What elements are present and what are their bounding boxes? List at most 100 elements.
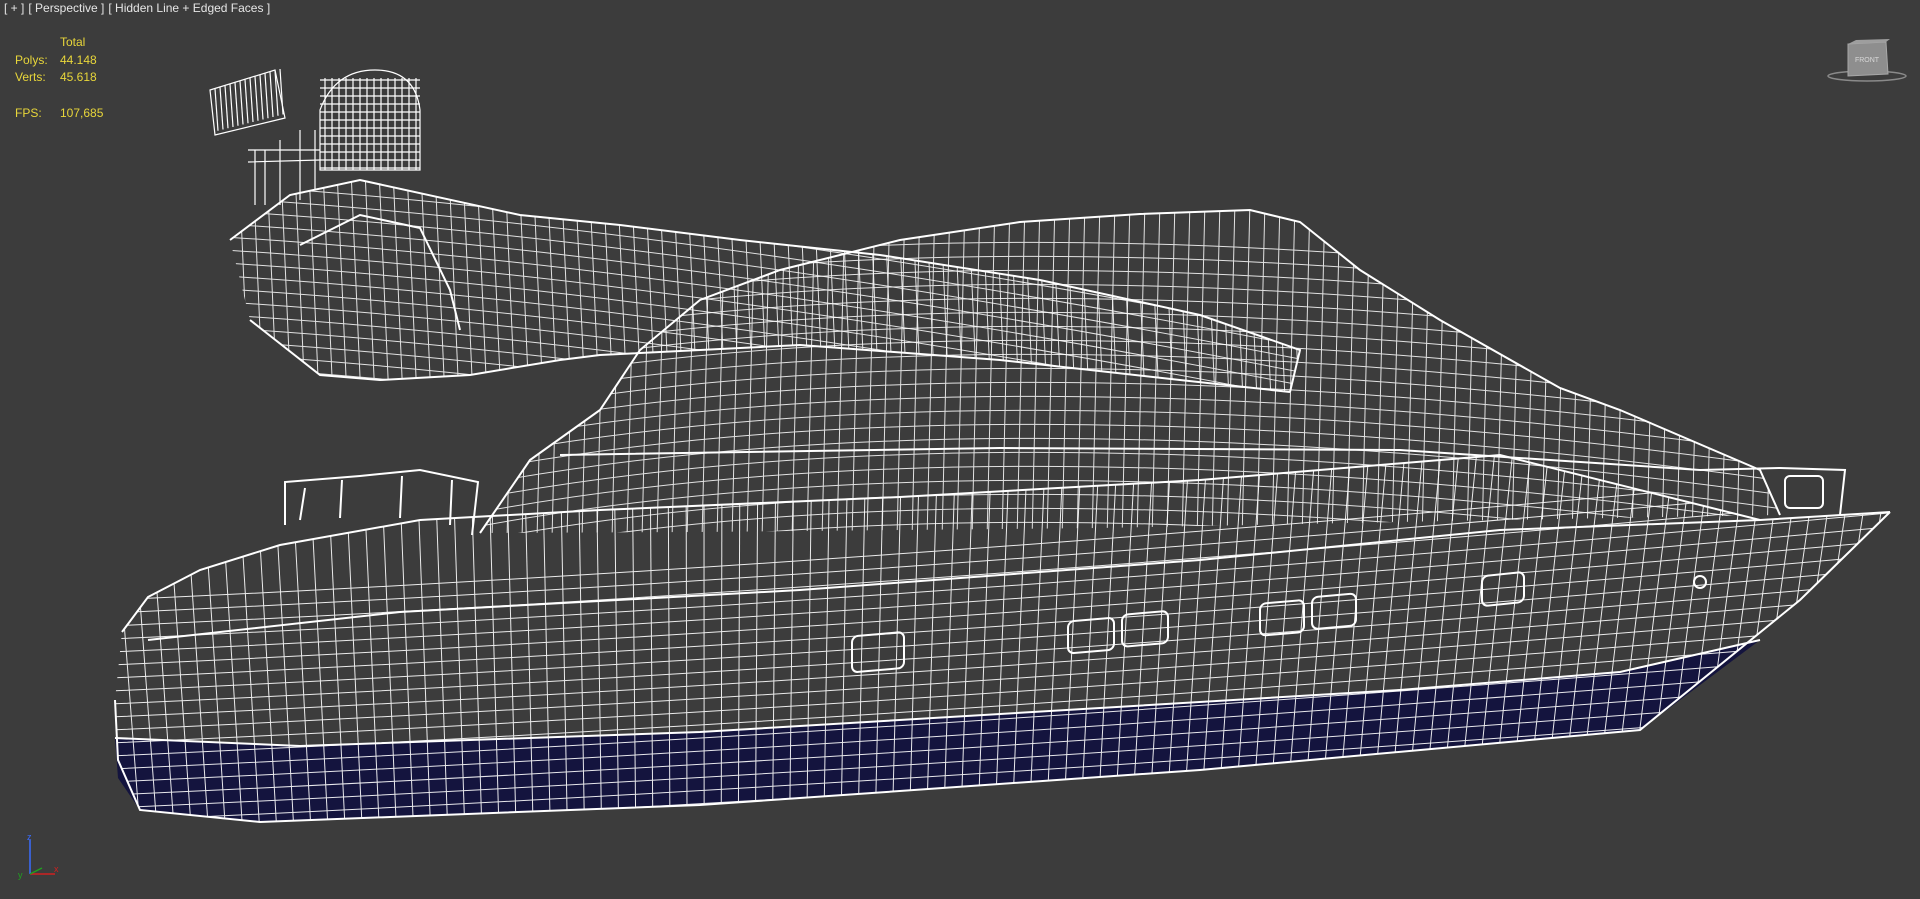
superstructure-wire-line (596, 210, 606, 533)
superstructure-wire-line (1646, 210, 1656, 533)
stats-fps-row: FPS: 107,685 (15, 105, 103, 123)
flybridge-wire-line (602, 180, 614, 392)
superstructure-wire-line (1496, 210, 1506, 533)
superstructure-wire-line (470, 550, 1790, 608)
viewport-view-button[interactable]: [ Perspective ] (28, 1, 104, 15)
superstructure-wire-line (1166, 210, 1176, 533)
hull-wire-line (1814, 455, 1875, 822)
flybridge-wire-line (280, 180, 292, 392)
hull-wire-line (1609, 455, 1659, 822)
hull-wire-line (1336, 455, 1371, 822)
stats-polys-row: Polys: 44.148 (15, 52, 103, 70)
hull-wire-line (1780, 455, 1839, 822)
superstructure-wire-line (566, 210, 576, 533)
hull-wire-line (1746, 455, 1803, 822)
superstructure-wire-line (1196, 210, 1206, 533)
flybridge-wire-line (1232, 180, 1244, 392)
axis-z-label: z (27, 832, 32, 842)
flybridge-wire-line (490, 180, 502, 392)
superstructure-wire-line (1226, 210, 1236, 533)
flybridge-wire-line (630, 180, 642, 392)
flybridge-wire-line (1288, 180, 1300, 392)
flybridge-wire-line (266, 180, 278, 392)
superstructure-wire-line (1586, 210, 1596, 533)
hull-wire-line (1507, 455, 1551, 822)
superstructure-wire-line (701, 210, 711, 533)
axis-x-label: x (54, 864, 59, 874)
axis-gizmo-icon: z y x (18, 832, 59, 880)
flybridge-wire-line (230, 314, 1300, 392)
flybridge-wire-line (1176, 180, 1188, 392)
superstructure-wire-line (986, 210, 996, 533)
superstructure-wire-line (791, 210, 801, 533)
stats-header: Total (60, 35, 86, 49)
viewcube-icon[interactable]: FRONT (1826, 38, 1908, 84)
superstructure-wire-line (1721, 210, 1731, 533)
superstructure-wire-line (746, 210, 756, 533)
superstructure-wire-line (1706, 210, 1716, 533)
flybridge-wire-line (756, 180, 768, 392)
flybridge-wire-line (322, 180, 334, 392)
flybridge-wire-line (294, 180, 306, 392)
superstructure-wire-line (1346, 210, 1356, 533)
superstructure-wire-line (1691, 210, 1701, 533)
yacht-wireframe-model[interactable] (0, 0, 1920, 899)
flybridge-wire-line (798, 180, 810, 392)
superstructure-wire-line (611, 210, 621, 533)
flybridge-wire-line (560, 180, 572, 392)
superstructure-wire-line (551, 210, 561, 533)
flybridge-wire-line (1022, 180, 1034, 392)
superstructure-wire-line (671, 210, 681, 533)
hull-wire-line (1370, 455, 1407, 822)
flybridge-wire-line (392, 180, 404, 392)
hull-wire-line (1541, 455, 1587, 822)
flybridge-wire-line (672, 180, 684, 392)
viewport-shading-button[interactable]: [ Hidden Line + Edged Faces ] (108, 1, 270, 15)
superstructure-wire-line (1676, 210, 1686, 533)
3d-viewport[interactable]: [ + ] [ Perspective ] [ Hidden Line + Ed… (0, 0, 1920, 899)
flybridge-wire-line (616, 180, 628, 392)
stats-verts-row: Verts: 45.618 (15, 69, 103, 87)
flybridge-wire-line (230, 327, 1300, 392)
flybridge-wire-line (812, 180, 824, 392)
viewport-menu-button[interactable]: [ + ] (4, 1, 24, 15)
superstructure-wire-line (1256, 210, 1266, 533)
flybridge-wire-line (1204, 180, 1216, 392)
superstructure-wire-line (1121, 210, 1131, 533)
superstructure-wire-line (1571, 210, 1581, 533)
stats-verts-value: 45.618 (60, 70, 97, 84)
superstructure-wire-line (1001, 210, 1011, 533)
flybridge-wire-line (1162, 180, 1174, 392)
flybridge-wire-line (882, 180, 894, 392)
hull-wire-line (1353, 455, 1389, 822)
hull-wire-line (1319, 455, 1353, 822)
hull-wire-line (1455, 455, 1497, 822)
superstructure-wire-line (656, 210, 666, 533)
axis-y-label: y (18, 870, 23, 880)
superstructure-wire-line (956, 210, 966, 533)
hull-wire-line (1472, 455, 1515, 822)
flybridge-wire-line (406, 180, 418, 392)
superstructure-wire-line (1661, 210, 1671, 533)
stats-polys-value: 44.148 (60, 52, 97, 67)
superstructure-wire-line (971, 210, 981, 533)
superstructure-wire-line (1601, 210, 1611, 533)
flybridge-wire-line (896, 180, 908, 392)
superstructure-wire-line (761, 210, 771, 533)
superstructure-wire-line (1241, 210, 1251, 533)
flybridge-wire-line (546, 180, 558, 392)
superstructure-wire-line (896, 210, 906, 533)
flybridge-wire-line (238, 180, 250, 392)
hull-wire-line (115, 525, 1890, 653)
superstructure-wire-line (941, 210, 951, 533)
hull-wire-line (1284, 455, 1317, 822)
flybridge-wire-line (230, 180, 236, 392)
stats-fps-label: FPS: (15, 105, 42, 120)
superstructure-wire-line (1106, 210, 1116, 533)
superstructure-wire-line (1556, 210, 1566, 533)
superstructure-wire-line (1511, 210, 1521, 533)
superstructure-wire-line (1541, 210, 1551, 533)
flybridge-wire-line (434, 180, 446, 392)
superstructure-wire-line (1391, 210, 1401, 533)
flybridge-wire-line (574, 180, 586, 392)
